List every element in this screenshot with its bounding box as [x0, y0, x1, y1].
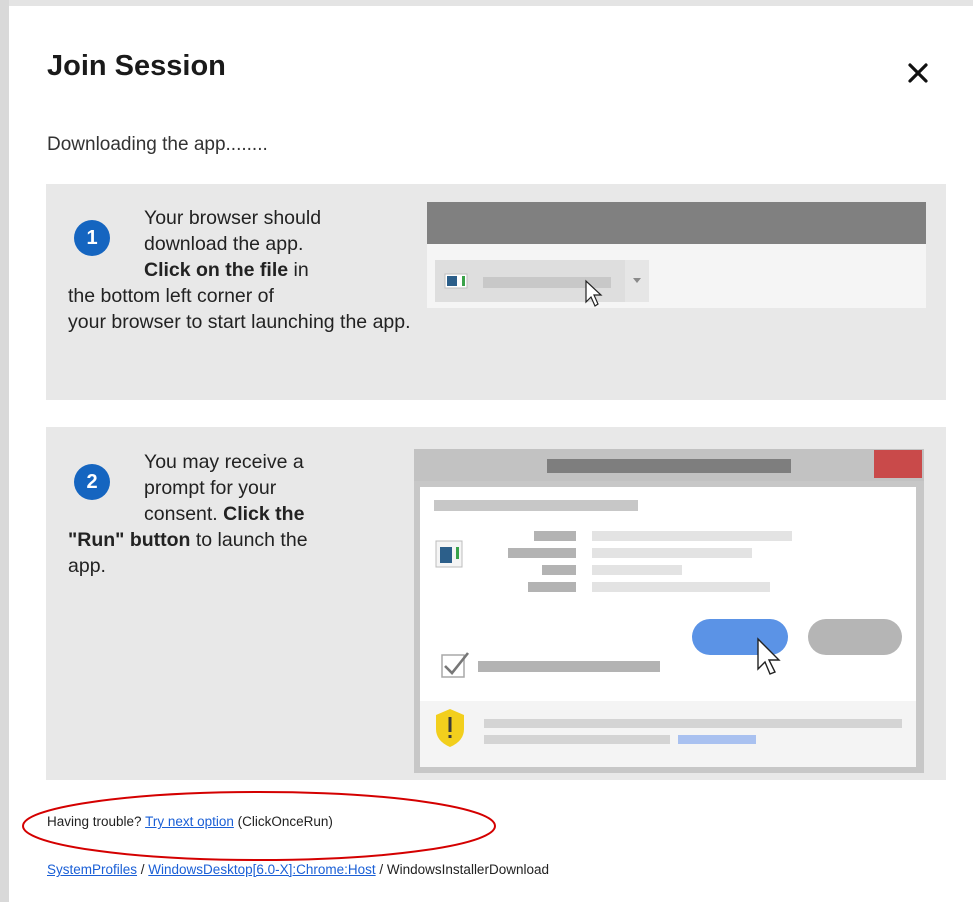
step-1-text: Your browser should download the app. Cl…	[68, 205, 448, 335]
file-icon	[435, 540, 463, 568]
join-session-dialog: Join Session Downloading the app........…	[9, 6, 973, 902]
checkbox-checked-icon	[441, 652, 470, 678]
close-icon	[908, 63, 928, 83]
step-2-line-3-plain: consent.	[144, 503, 224, 525]
step-2-line-5: app.	[68, 555, 106, 577]
trouble-footer: Having trouble? Try next option (ClickOn…	[47, 814, 333, 829]
window-frame-left	[0, 0, 9, 902]
browser-download-bar-illustration	[427, 202, 926, 308]
try-next-option-link[interactable]: Try next option	[145, 814, 234, 829]
dialog-title: Join Session	[47, 50, 226, 82]
breadcrumb-systemprofiles-link[interactable]: SystemProfiles	[47, 862, 137, 877]
breadcrumb-current-item: WindowsInstallerDownload	[386, 862, 549, 877]
cancel-button-illustration	[808, 619, 902, 655]
step-1-line-4: the bottom left corner of	[68, 285, 274, 307]
step-1-line-2: download the app.	[144, 233, 304, 255]
step-2-bold-instruction-b: "Run" button	[68, 529, 191, 551]
breadcrumb-separator: /	[375, 862, 387, 877]
breadcrumb-windowsdesktop-link[interactable]: WindowsDesktop[6.0-X]:Chrome:Host	[148, 862, 375, 877]
step-1-panel: 1 Your browser should download the app. …	[46, 184, 946, 400]
step-2-panel: 2 You may receive a prompt for your cons…	[46, 427, 946, 780]
trouble-prefix: Having trouble?	[47, 814, 146, 829]
download-status-text: Downloading the app........	[47, 134, 268, 155]
trouble-suffix: (ClickOnceRun)	[233, 814, 333, 829]
close-window-button-illustration	[874, 450, 922, 478]
step-2-line-3: consent. Click the	[68, 501, 408, 527]
step-1-line-1: Your browser should	[144, 207, 322, 229]
step-1-bold-instruction: Click on the file	[144, 259, 289, 281]
step-2-line-1: You may receive a	[144, 451, 304, 473]
run-prompt-dialog-illustration	[414, 449, 924, 773]
breadcrumb: SystemProfiles / WindowsDesktop[6.0-X]:C…	[47, 862, 549, 877]
breadcrumb-separator: /	[137, 862, 149, 877]
step-2-line-4: "Run" button to launch the	[68, 527, 408, 553]
step-2-line-2: prompt for your	[144, 477, 277, 499]
run-button-illustration	[692, 619, 788, 655]
step-1-line-5: your browser to start launching the app.	[68, 311, 411, 333]
close-button[interactable]	[901, 56, 935, 90]
step-2-line-4-rest: to launch the	[190, 529, 308, 551]
step-2-text: You may receive a prompt for your consen…	[68, 449, 408, 579]
step-1-line-3-rest: in	[288, 259, 309, 281]
file-icon	[444, 273, 468, 289]
step-2-bold-instruction-a: Click the	[223, 503, 305, 525]
step-1-line-3: Click on the file in	[68, 257, 448, 283]
